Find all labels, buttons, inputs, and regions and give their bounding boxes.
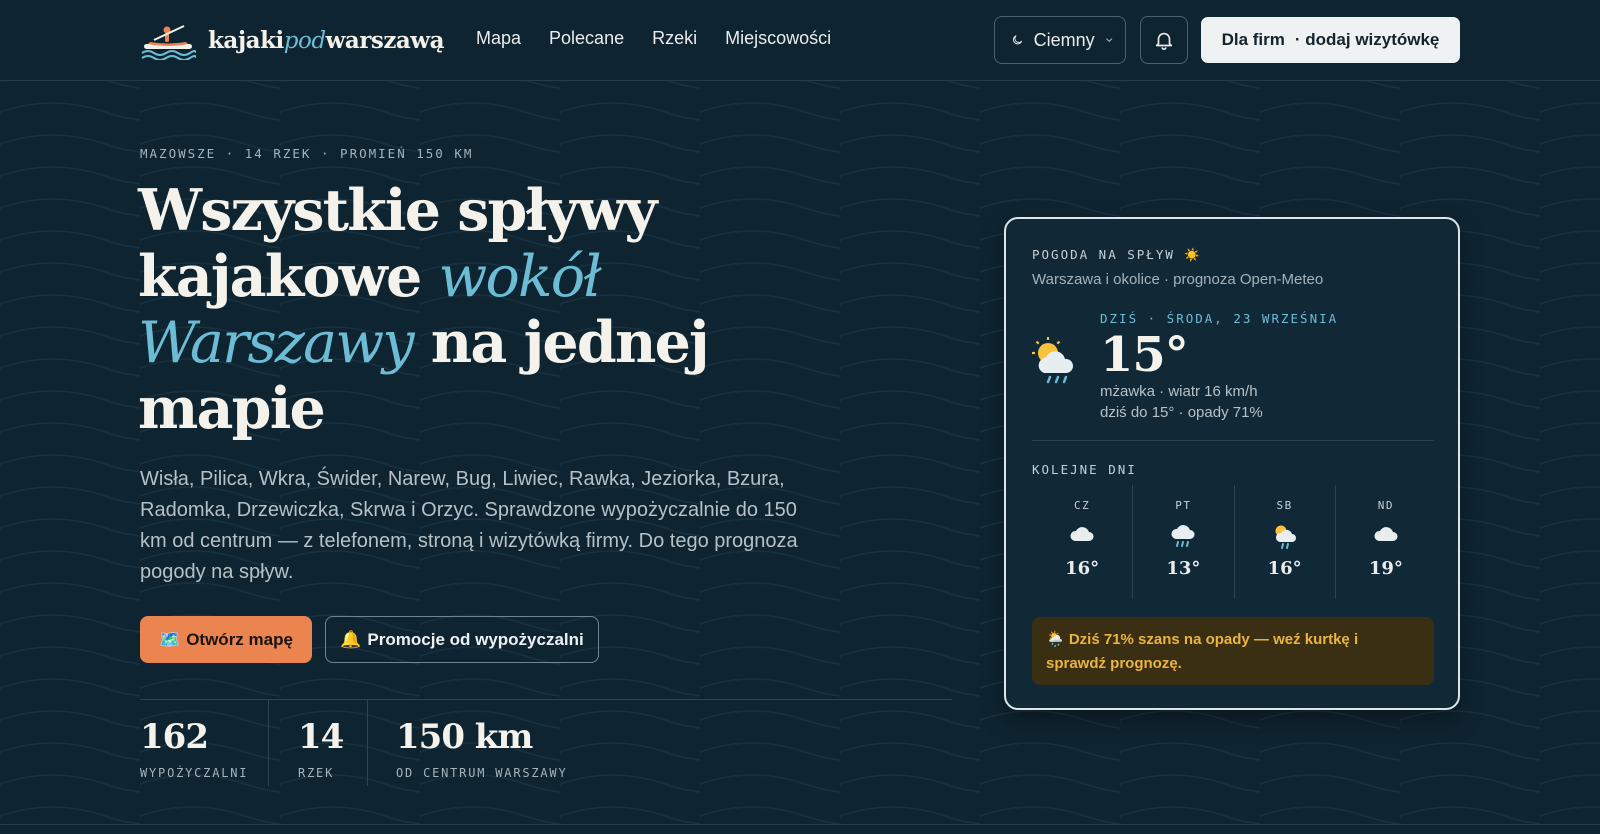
nav-link-miejscowosci[interactable]: Miejscowości	[725, 28, 831, 49]
stat-rivers-label: RZEK	[298, 766, 335, 780]
brand-part-3: warszawą	[325, 26, 445, 54]
cloud-icon	[1374, 527, 1398, 541]
forecast-day-name: CZ	[1074, 499, 1091, 512]
forecast-day-temp: 16°	[1267, 558, 1302, 579]
main-nav: Mapa Polecane Rzeki Miejscowości	[476, 28, 831, 49]
forecast-day-temp: 16°	[1065, 558, 1100, 579]
open-map-label: Otwórz mapę	[186, 629, 293, 649]
stat-radius-label: OD CENTRUM WARSZAWY	[396, 766, 568, 780]
today-date: DZIŚ · ŚRODA, 23 WRZEŚNIA	[1100, 311, 1339, 326]
stat-rentals: 162 WYPOŻYCZALNI	[140, 716, 248, 780]
sun-cloud-rain-icon	[1032, 337, 1074, 384]
forecast-day-name: PT	[1175, 499, 1192, 512]
weather-subtitle: Warszawa i okolice · prognoza Open-Meteo	[1032, 271, 1324, 288]
stat-separator	[268, 700, 269, 786]
stat-separator	[367, 700, 368, 786]
forecast-day-name: SB	[1276, 499, 1293, 512]
theme-select[interactable]: Ciemny	[994, 16, 1126, 64]
hero-title: Wszystkie spływy kajakowe wokół Warszawy…	[138, 178, 798, 442]
weather-card: POGODA NA SPŁYW ☀️ Warszawa i okolice · …	[1004, 217, 1460, 710]
bell-icon	[1155, 32, 1173, 50]
kayaker-logo-icon	[141, 25, 196, 60]
map-icon: 🗺️	[159, 629, 181, 649]
weather-divider	[1032, 440, 1434, 441]
chevron-down-icon	[1105, 38, 1112, 43]
promotions-label: Promocje od wypożyczalni	[367, 629, 584, 649]
weather-title: POGODA NA SPŁYW ☀️	[1032, 247, 1202, 262]
promotions-button[interactable]: 🔔 Promocje od wypożyczalni	[325, 616, 599, 663]
rain-alert: 🌦️ Dziś 71% szans na opady — weź kurtkę …	[1032, 617, 1434, 685]
forecast-day: CZ 16°	[1032, 485, 1132, 599]
stat-rentals-label: WYPOŻYCZALNI	[140, 766, 249, 780]
add-card-label: · dodaj wizytówkę	[1294, 30, 1440, 49]
forecast-day-name: ND	[1377, 499, 1394, 512]
brand-part-2: pod	[283, 27, 326, 54]
stats-divider	[140, 699, 952, 700]
hero-kicker: MAZOWSZE · 14 RZEK · PROMIEŃ 150 KM	[140, 146, 474, 161]
cloud-icon	[1070, 527, 1094, 541]
today-condition: mżawka · wiatr 16 km/h	[1100, 383, 1258, 400]
bell-icon: 🔔	[340, 629, 362, 649]
forecast-day-temp: 13°	[1166, 558, 1201, 579]
for-businesses-label: Dla firm	[1221, 30, 1285, 49]
section-divider	[0, 824, 1600, 825]
stat-radius: 150 km OD CENTRUM WARSZAWY	[396, 716, 567, 780]
sun-cloud-rain-icon	[1275, 525, 1296, 549]
forecast-day-temp: 19°	[1368, 558, 1403, 579]
brand-name: kajakipodwarszawą	[208, 27, 444, 54]
moon-icon	[1012, 35, 1022, 45]
next-days-title: KOLEJNE DNI	[1032, 462, 1137, 477]
forecast-day: PT 13°	[1132, 485, 1233, 599]
brand-part-1: kajaki	[208, 26, 284, 54]
open-map-button[interactable]: 🗺️ Otwórz mapę	[140, 616, 312, 663]
hero-lead: Wisła, Pilica, Wkra, Świder, Narew, Bug,…	[140, 468, 798, 583]
forecast-day: SB 16°	[1233, 485, 1335, 599]
today-temperature: 15°	[1100, 327, 1189, 383]
nav-link-rzeki[interactable]: Rzeki	[652, 28, 697, 49]
cloud-rain-icon	[1171, 525, 1195, 547]
stat-radius-value: 150 km	[396, 717, 533, 757]
site-logo[interactable]: kajakipodwarszawą	[140, 20, 444, 60]
stat-rivers-value: 14	[298, 717, 344, 757]
forecast-day: ND 19°	[1334, 485, 1436, 599]
theme-select-value: Ciemny	[1033, 29, 1095, 50]
forecast-days: CZ 16° PT 13° SB 16° ND 19°	[1032, 485, 1436, 599]
notifications-button[interactable]	[1140, 16, 1188, 64]
stat-rentals-value: 162	[140, 717, 209, 757]
for-businesses-button[interactable]: Dla firm · dodaj wizytówkę	[1201, 17, 1460, 63]
today-range: dziś do 15° · opady 71%	[1100, 404, 1263, 421]
top-navbar: kajakipodwarszawą Mapa Polecane Rzeki Mi…	[0, 0, 1600, 81]
stat-rivers: 14 RZEK	[298, 716, 344, 780]
nav-link-mapa[interactable]: Mapa	[476, 28, 521, 49]
nav-link-polecane[interactable]: Polecane	[549, 28, 624, 49]
